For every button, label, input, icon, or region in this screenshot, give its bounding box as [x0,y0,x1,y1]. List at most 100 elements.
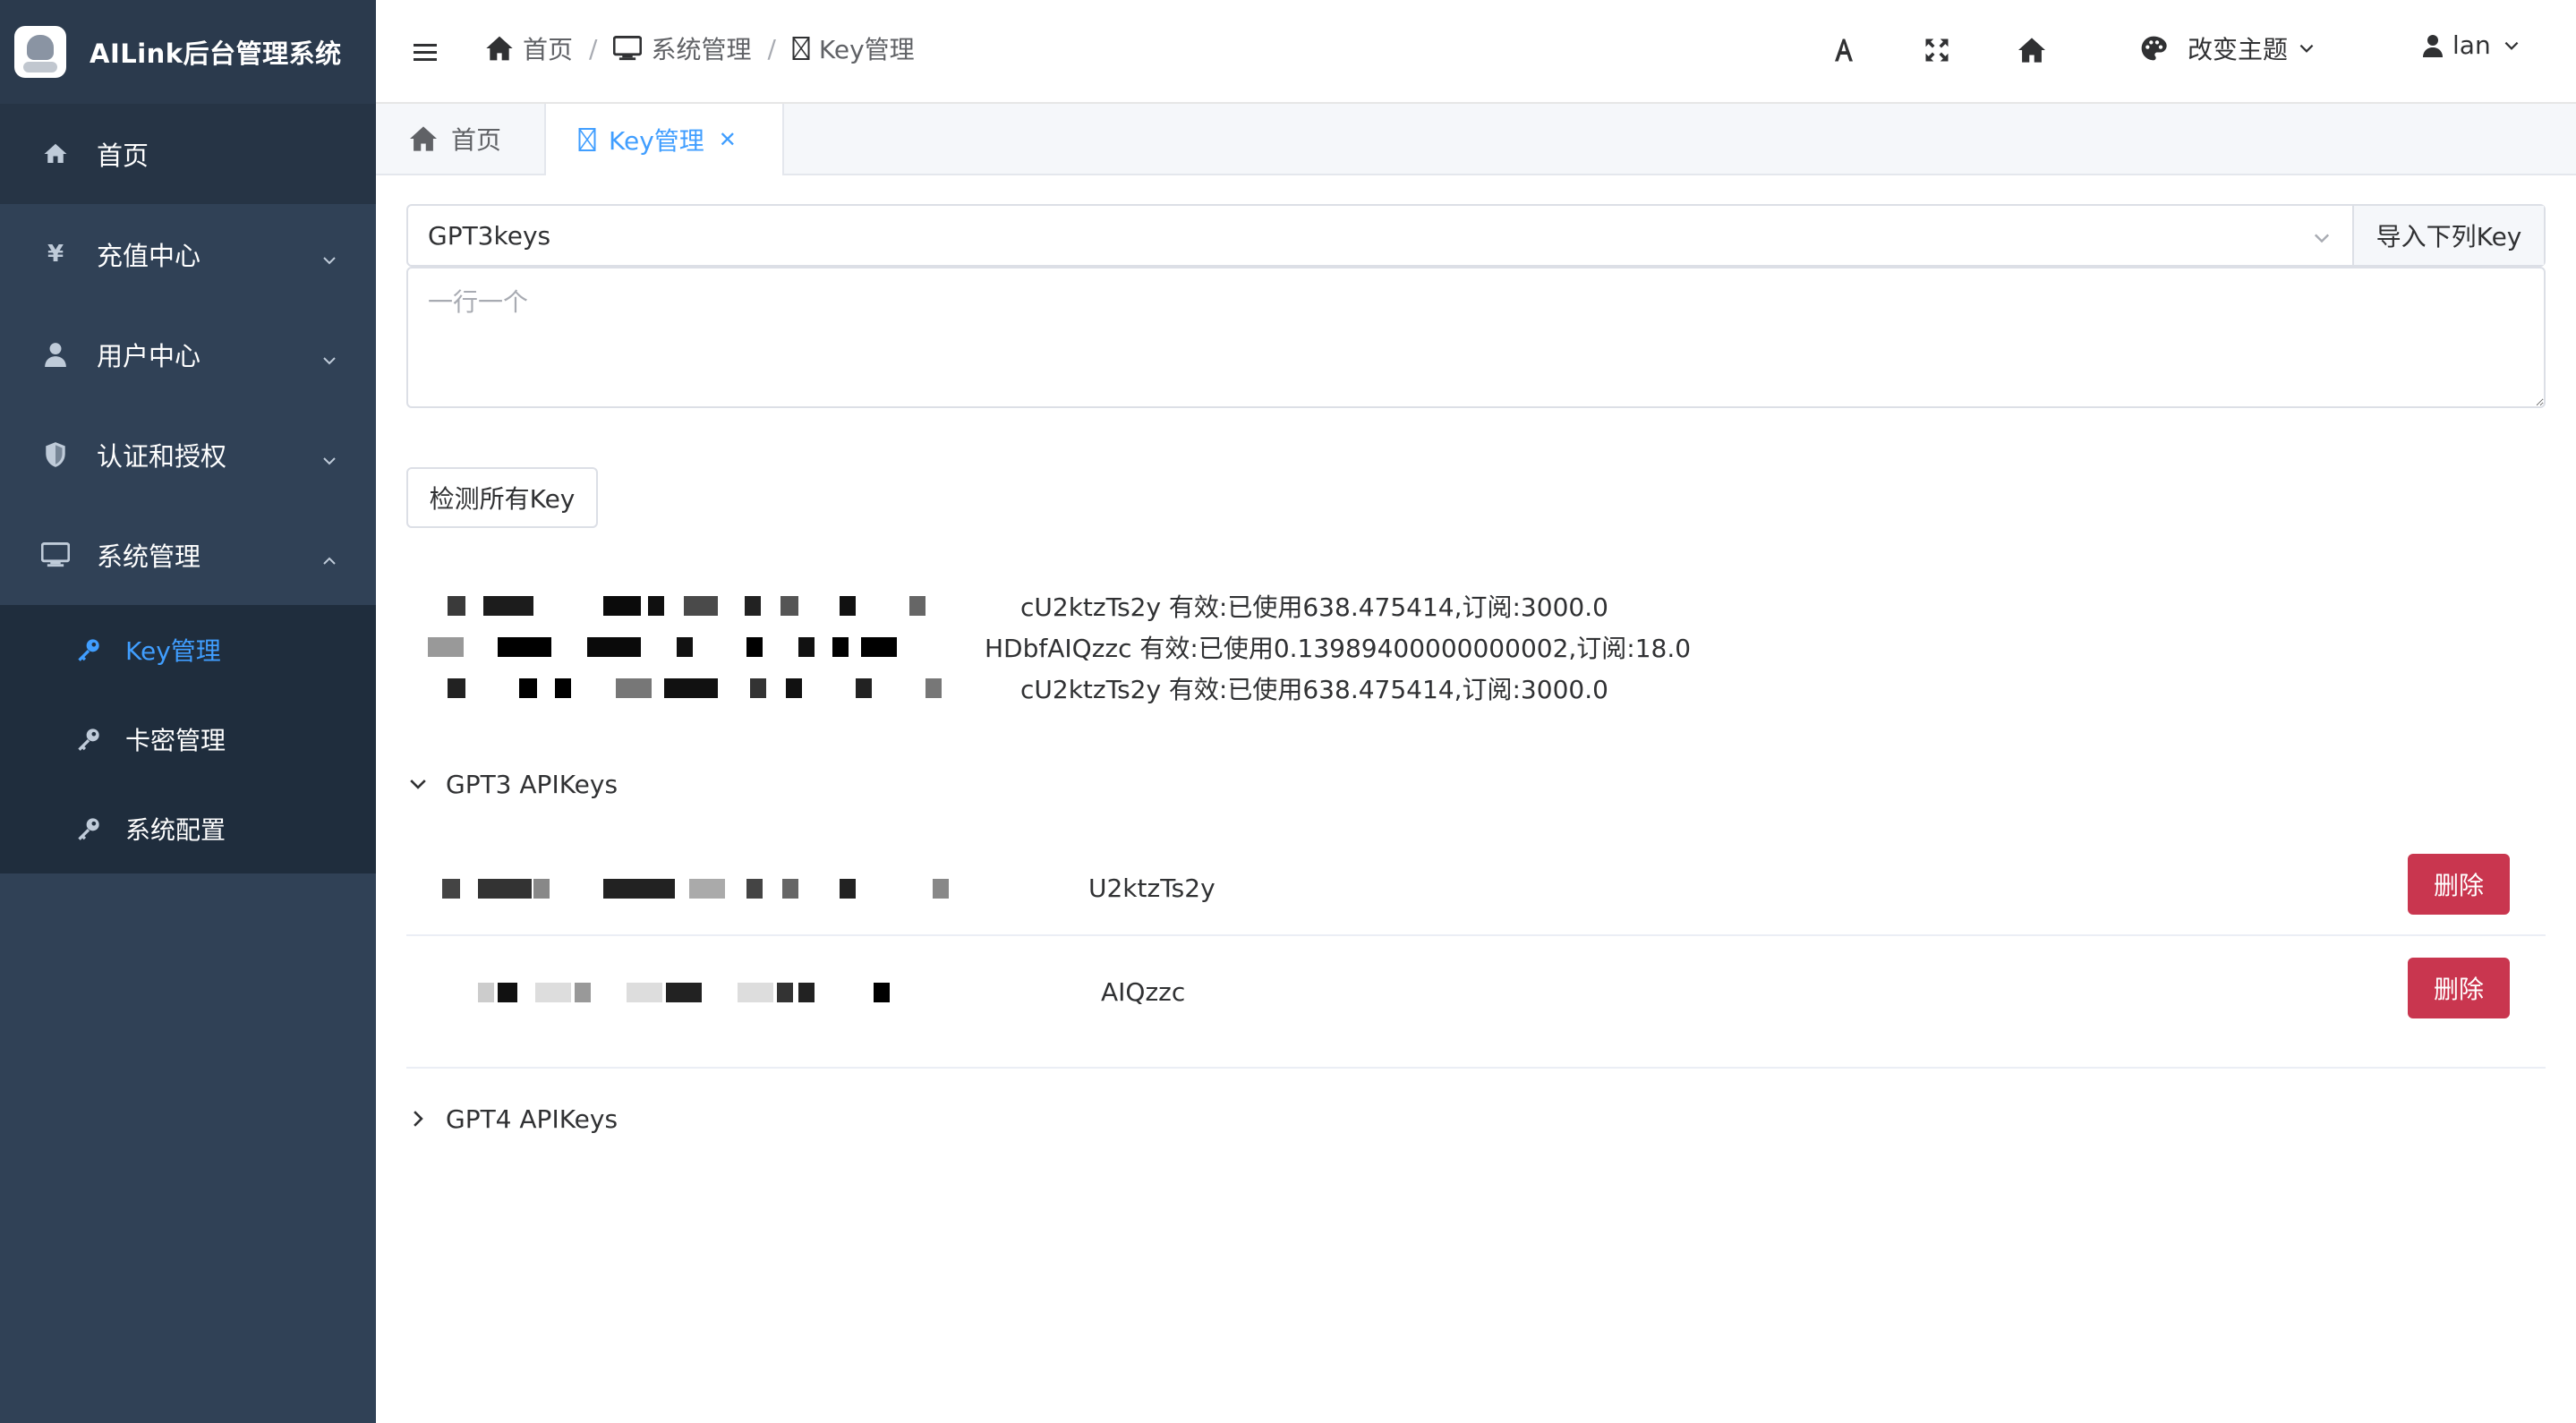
delete-button[interactable]: 删除 [2408,958,2510,1018]
api-key-row: AIQzzc 删除 [406,950,2546,1054]
gpt3-apikeys-header[interactable]: GPT3 APIKeys [406,757,2546,811]
breadcrumb-label: 首页 [523,35,574,64]
collapse-title: GPT3 APIKeys [446,769,618,799]
logo-bar: AILink后台管理系统 [0,0,376,104]
import-keys-button[interactable]: 导入下列Key [2352,206,2544,265]
result-line: cU2ktzTs2y 有效:已使用638.475414,订阅:3000.0 [406,668,1838,709]
sidebar-item-card-management[interactable]: 卡密管理 [0,694,376,784]
result-line: cU2ktzTs2y 有效:已使用638.475414,订阅:3000.0 [406,585,1838,626]
home-icon [39,138,72,170]
result-text: cU2ktzTs2y 有效:已使用638.475414,订阅:3000.0 [1020,675,1608,704]
sidebar-subitem-label: 系统配置 [125,815,226,845]
sidebar-item-auth[interactable]: 认证和授权 [0,405,376,505]
sidebar-subitem-label: Key管理 [125,636,221,666]
gpt4-apikeys-header[interactable]: GPT4 APIKeys [406,1092,2546,1146]
redacted-mosaic [406,592,1015,619]
sidebar-item-home[interactable]: 首页 [0,104,376,204]
keys-textarea[interactable] [406,267,2546,408]
sidebar-item-label: 充值中心 [97,241,201,271]
result-text: HDbfAIQzzc 有效:已使用0.13989400000000002,订阅:… [985,634,1692,663]
tab-label: Key管理 [609,126,704,156]
shield-icon [39,439,72,471]
sidebar-subitem-label: 卡密管理 [125,726,226,755]
breadcrumb-current: Key管理 [792,30,915,66]
home-icon [485,35,514,62]
monitor-icon [613,36,643,61]
user-menu[interactable]: lan [2422,30,2521,60]
home-icon[interactable] [2014,32,2050,68]
breadcrumb-label: Key管理 [818,35,915,64]
chevron-down-icon [2297,38,2316,58]
sidebar-item-system-config[interactable]: 系统配置 [0,784,376,873]
sidebar-item-key-management[interactable]: Key管理 [0,605,376,694]
divider [406,1067,2546,1069]
logo-image [14,26,66,78]
chevron-right-icon [406,1107,439,1130]
placeholder-icon [578,127,596,152]
redacted-mosaic [406,675,1015,702]
breadcrumb-system[interactable]: 系统管理 [613,30,751,66]
chevron-down-icon [2502,36,2521,55]
breadcrumb: 首页 / 系统管理 / Key管理 [485,30,915,66]
api-key-text: AIQzzc [424,977,1185,1007]
sidebar: AILink后台管理系统 首页 ¥ 充值中心 用户中心 认证和授权 系统管理 K… [0,0,376,1423]
tab-home[interactable]: 首页 [376,104,546,174]
select-value: GPT3keys [428,220,551,251]
key-icon [75,815,102,842]
api-key-suffix: AIQzzc [1101,977,1186,1007]
tab-key-management[interactable]: Key管理 ✕ [546,104,784,175]
monitor-icon [39,539,72,571]
chevron-down-icon [320,245,338,276]
breadcrumb-separator: / [767,33,776,64]
sidebar-item-label: 系统管理 [97,541,201,572]
sidebar-item-label: 首页 [97,141,149,171]
navbar: 首页 / 系统管理 / Key管理 改变主题 lan [376,0,2576,104]
collapse-title: GPT4 APIKeys [446,1103,618,1134]
theme-label: 改变主题 [2188,35,2289,64]
key-icon [75,726,102,753]
check-results: cU2ktzTs2y 有效:已使用638.475414,订阅:3000.0 HD… [406,585,1838,709]
app-title: AILink后台管理系统 [90,38,342,69]
system-submenu: Key管理 卡密管理 系统配置 [0,605,376,873]
check-all-keys-button[interactable]: 检测所有Key [406,467,598,528]
result-text: cU2ktzTs2y 有效:已使用638.475414,订阅:3000.0 [1020,592,1608,622]
chevron-down-icon [2311,226,2333,255]
chevron-down-icon [320,446,338,476]
key-icon [75,636,102,663]
divider [406,934,2546,936]
user-icon [39,338,72,371]
api-key-suffix: U2ktzTs2y [1088,873,1215,903]
key-type-select[interactable]: GPT3keys [408,206,2352,265]
sidebar-item-users[interactable]: 用户中心 [0,304,376,405]
home-icon [408,125,439,152]
fullscreen-icon[interactable] [1919,32,1955,68]
hamburger-icon[interactable] [412,34,448,70]
result-line: HDbfAIQzzc 有效:已使用0.13989400000000002,订阅:… [406,626,1838,668]
breadcrumb-label: 系统管理 [651,35,752,64]
delete-button[interactable]: 删除 [2408,854,2510,915]
sidebar-item-label: 用户中心 [97,341,201,371]
import-label: 导入下列Key [2376,222,2522,251]
close-icon[interactable]: ✕ [719,127,737,152]
tab-label: 首页 [451,125,502,155]
yen-icon: ¥ [47,241,64,268]
redacted-mosaic [424,875,1083,902]
font-size-icon[interactable] [1826,32,1862,68]
redacted-mosaic [406,634,979,660]
sidebar-item-recharge[interactable]: ¥ 充值中心 [0,204,376,304]
key-type-select-group: GPT3keys 导入下列Key [406,204,2546,267]
breadcrumb-home[interactable]: 首页 [485,30,573,66]
placeholder-icon [792,36,810,61]
palette-icon [2139,34,2168,63]
tags-view: 首页 Key管理 ✕ [376,104,2576,175]
chevron-down-icon [320,345,338,376]
user-icon [2422,33,2444,58]
chevron-down-icon [406,772,439,796]
breadcrumb-separator: / [589,33,598,64]
user-name: lan [2452,30,2491,60]
sidebar-item-system[interactable]: 系统管理 [0,505,376,605]
theme-switcher[interactable]: 改变主题 [2139,30,2316,66]
chevron-up-icon [320,546,338,576]
redacted-mosaic [424,979,1096,1006]
api-key-text: U2ktzTs2y [424,873,1215,903]
